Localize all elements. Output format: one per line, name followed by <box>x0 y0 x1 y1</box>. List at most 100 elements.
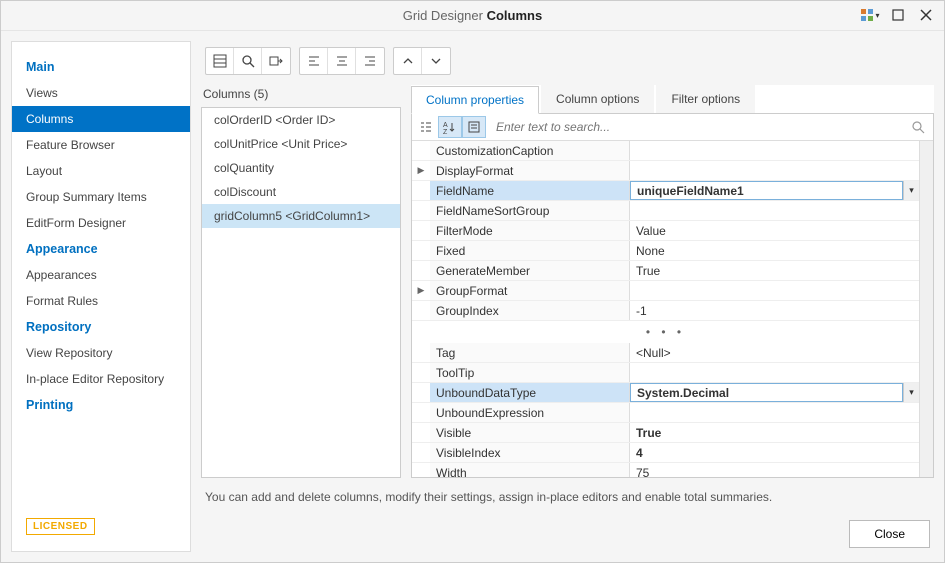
property-grid[interactable]: CustomizationCaption▶DisplayFormatFieldN… <box>412 141 919 477</box>
property-row[interactable]: ToolTip <box>412 363 919 383</box>
property-tabs: Column propertiesColumn optionsFilter op… <box>411 85 934 114</box>
property-name: Fixed <box>430 241 630 260</box>
property-value[interactable]: Value <box>630 221 919 240</box>
property-row[interactable]: FilterModeValue <box>412 221 919 241</box>
property-value[interactable]: 4 <box>630 443 919 462</box>
property-value[interactable]: None <box>630 241 919 260</box>
property-value[interactable]: True <box>630 261 919 280</box>
expand-icon <box>412 141 430 160</box>
property-row[interactable]: Width75 <box>412 463 919 477</box>
property-name: VisibleIndex <box>430 443 630 462</box>
property-value[interactable]: uniqueFieldName1 <box>630 181 903 200</box>
property-name: FieldNameSortGroup <box>430 201 630 220</box>
expand-icon <box>412 383 430 402</box>
property-row[interactable]: GroupIndex-1 <box>412 301 919 321</box>
tab[interactable]: Filter options <box>656 85 755 113</box>
expand-icon <box>412 443 430 462</box>
maximize-button[interactable] <box>884 1 912 29</box>
property-value[interactable] <box>630 363 919 382</box>
toolbar-export-icon[interactable] <box>262 48 290 74</box>
property-row[interactable]: UnboundDataTypeSystem.Decimal▾ <box>412 383 919 403</box>
property-name: FieldName <box>430 181 630 200</box>
dropdown-icon[interactable]: ▾ <box>903 383 919 402</box>
property-row[interactable]: CustomizationCaption <box>412 141 919 161</box>
column-list-item[interactable]: colOrderID <Order ID> <box>202 108 400 132</box>
property-row[interactable]: ▶DisplayFormat <box>412 161 919 181</box>
property-value[interactable]: <Null> <box>630 343 919 362</box>
property-value[interactable] <box>630 403 919 422</box>
property-row[interactable]: GenerateMemberTrue <box>412 261 919 281</box>
column-list-item[interactable]: gridColumn5 <GridColumn1> <box>202 204 400 228</box>
property-row[interactable]: VisibleTrue <box>412 423 919 443</box>
property-row[interactable]: VisibleIndex4 <box>412 443 919 463</box>
expand-icon <box>412 181 430 200</box>
sidebar-item[interactable]: In-place Editor Repository <box>12 366 190 392</box>
column-list-item[interactable]: colUnitPrice <Unit Price> <box>202 132 400 156</box>
toolbar <box>201 41 934 85</box>
expand-icon <box>412 423 430 442</box>
sidebar-item[interactable]: Layout <box>12 158 190 184</box>
propgrid-properties-icon[interactable] <box>462 116 486 138</box>
sidebar-item[interactable]: Appearances <box>12 262 190 288</box>
tab[interactable]: Column options <box>541 85 654 113</box>
toolbar-search-icon[interactable] <box>234 48 262 74</box>
property-value[interactable] <box>630 161 919 180</box>
sidebar-item[interactable]: Feature Browser <box>12 132 190 158</box>
property-row[interactable]: FixedNone <box>412 241 919 261</box>
toolbar-indent-center-icon[interactable] <box>328 48 356 74</box>
layout-icon[interactable]: ▾ <box>856 1 884 29</box>
sidebar-item[interactable]: View Repository <box>12 340 190 366</box>
toolbar-up-icon[interactable] <box>394 48 422 74</box>
expand-icon <box>412 221 430 240</box>
property-name: CustomizationCaption <box>430 141 630 160</box>
property-row[interactable]: ▶GroupFormat <box>412 281 919 301</box>
close-button[interactable] <box>912 1 940 29</box>
search-icon[interactable] <box>911 120 931 134</box>
property-search-input[interactable] <box>492 116 911 138</box>
sidebar-item[interactable]: Format Rules <box>12 288 190 314</box>
svg-text:A: A <box>443 122 448 129</box>
property-value[interactable] <box>630 281 919 300</box>
property-value[interactable] <box>630 141 919 160</box>
property-value[interactable]: True <box>630 423 919 442</box>
column-list-item[interactable]: colDiscount <box>202 180 400 204</box>
toolbar-grid-icon[interactable] <box>206 48 234 74</box>
property-row[interactable]: Tag<Null> <box>412 343 919 363</box>
property-name: Tag <box>430 343 630 362</box>
expand-icon <box>412 241 430 260</box>
sidebar-section-header: Appearance <box>12 236 190 262</box>
expand-icon <box>412 463 430 477</box>
propgrid-categorized-icon[interactable] <box>414 116 438 138</box>
dropdown-icon[interactable]: ▾ <box>903 181 919 200</box>
property-value[interactable] <box>630 201 919 220</box>
property-value[interactable]: System.Decimal <box>630 383 903 402</box>
toolbar-indent-right-icon[interactable] <box>356 48 384 74</box>
expand-icon[interactable]: ▶ <box>412 161 430 180</box>
expand-icon <box>412 343 430 362</box>
toolbar-down-icon[interactable] <box>422 48 450 74</box>
toolbar-indent-left-icon[interactable] <box>300 48 328 74</box>
column-list-item[interactable]: colQuantity <box>202 156 400 180</box>
sidebar-section-header: Main <box>12 54 190 80</box>
sidebar-item[interactable]: Group Summary Items <box>12 184 190 210</box>
sidebar-item[interactable]: EditForm Designer <box>12 210 190 236</box>
close-footer-button[interactable]: Close <box>849 520 930 548</box>
expand-icon[interactable]: ▶ <box>412 281 430 300</box>
sidebar-section-header: Printing <box>12 392 190 418</box>
sidebar-item[interactable]: Columns <box>12 106 190 132</box>
property-row[interactable]: FieldNameSortGroup <box>412 201 919 221</box>
propgrid-alphabetical-icon[interactable]: AZ <box>438 116 462 138</box>
sidebar-section-header: Repository <box>12 314 190 340</box>
scrollbar[interactable] <box>919 141 933 477</box>
property-value[interactable]: 75 <box>630 463 919 477</box>
columns-list[interactable]: colOrderID <Order ID>colUnitPrice <Unit … <box>201 107 401 478</box>
svg-text:Z: Z <box>443 129 448 134</box>
property-row[interactable]: FieldNameuniqueFieldName1▾ <box>412 181 919 201</box>
property-name: GroupFormat <box>430 281 630 300</box>
tab[interactable]: Column properties <box>411 86 539 114</box>
sidebar: MainViewsColumnsFeature BrowserLayoutGro… <box>11 41 191 552</box>
property-row[interactable]: UnboundExpression <box>412 403 919 423</box>
property-name: GroupIndex <box>430 301 630 320</box>
sidebar-item[interactable]: Views <box>12 80 190 106</box>
property-value[interactable]: -1 <box>630 301 919 320</box>
